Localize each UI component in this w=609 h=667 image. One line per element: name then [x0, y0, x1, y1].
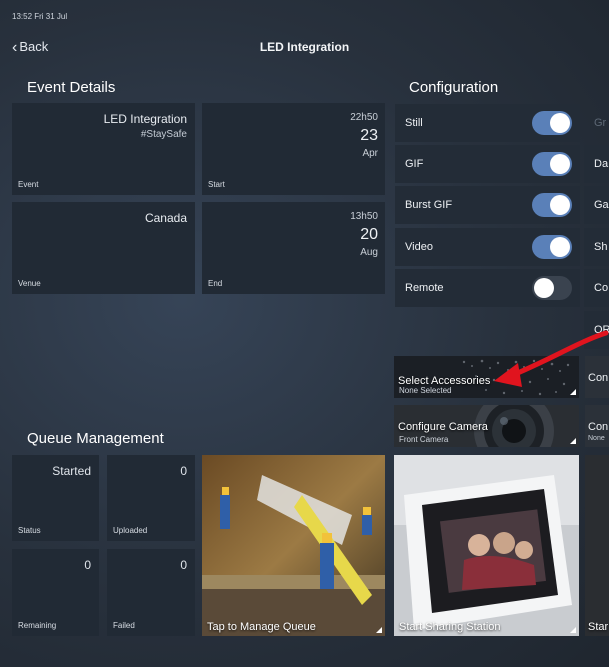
event-hashtag: #StaySafe	[140, 129, 187, 140]
nav-bar: ‹ Back LED Integration	[0, 30, 609, 64]
queue-status-tile[interactable]: Started Status	[12, 455, 99, 541]
toggle-knob	[550, 154, 570, 174]
end-time: 13h50	[350, 211, 378, 222]
queue-uploaded-value: 0	[180, 464, 187, 478]
end-label: End	[208, 279, 223, 288]
queue-remaining-label: Remaining	[18, 621, 57, 630]
toggle-knob	[534, 278, 554, 298]
configure-camera-sub: Front Camera	[399, 435, 449, 444]
sharing-station-label: Start Sharing Station	[399, 621, 501, 633]
manage-queue-label: Tap to Manage Queue	[207, 621, 316, 633]
clipped-item-da[interactable]: Da	[584, 145, 609, 183]
toggle-label-gif: GIF	[405, 158, 424, 170]
start-label: Start	[208, 180, 225, 189]
sharing-station-tile[interactable]: Start Sharing Station	[394, 455, 579, 636]
start-time: 22h50	[350, 112, 378, 123]
page-title: LED Integration	[259, 40, 350, 54]
toggle-knob	[550, 195, 570, 215]
gif-toggle[interactable]	[532, 152, 572, 176]
corner-triangle-icon	[376, 627, 382, 633]
toggle-row-burst-gif: Burst GIF	[395, 186, 580, 224]
figurines-image	[202, 455, 385, 636]
start-month: Apr	[362, 148, 378, 159]
end-date-tile[interactable]: 13h50 20 Aug End	[202, 202, 385, 294]
toggle-row-remote: Remote	[395, 269, 580, 307]
queue-failed-tile[interactable]: 0 Failed	[107, 549, 195, 636]
clipped-item-gr[interactable]: Gr	[584, 104, 609, 142]
start-date-tile[interactable]: 22h50 23 Apr Start	[202, 103, 385, 195]
queue-failed-label: Failed	[113, 621, 135, 630]
toggle-row-video: Video	[395, 228, 580, 266]
manage-queue-tile[interactable]: Tap to Manage Queue	[202, 455, 385, 636]
end-month: Aug	[360, 247, 378, 258]
event-label: Event	[18, 180, 39, 189]
event-tile[interactable]: LED Integration #StaySafe Event	[12, 103, 195, 195]
end-day: 20	[360, 226, 378, 243]
toggle-row-gif: GIF	[395, 145, 580, 183]
queue-uploaded-tile[interactable]: 0 Uploaded	[107, 455, 195, 541]
toggle-label-remote: Remote	[405, 282, 444, 294]
toggle-knob	[550, 237, 570, 257]
configure-camera-tile[interactable]: Configure Camera Front Camera	[394, 405, 579, 447]
configure-camera-label: Configure Camera	[398, 421, 488, 433]
clipped-item-co[interactable]: Co	[584, 269, 609, 307]
queue-failed-value: 0	[180, 558, 187, 572]
queue-remaining-value: 0	[84, 558, 91, 572]
venue-tile[interactable]: Canada Venue	[12, 202, 195, 294]
queue-management-title: Queue Management	[27, 430, 164, 447]
tablet-kiosk-image	[394, 455, 579, 636]
toggle-label-video: Video	[405, 241, 433, 253]
video-toggle[interactable]	[532, 235, 572, 259]
toggle-knob	[550, 113, 570, 133]
clipped-tile-star[interactable]: Star	[585, 455, 609, 636]
status-bar-time: 13:52 Fri 31 Jul	[12, 12, 68, 21]
clipped-item-con-2[interactable]: Con None	[585, 405, 609, 447]
clipped-item-sh[interactable]: Sh	[584, 228, 609, 266]
configuration-title: Configuration	[409, 79, 499, 96]
corner-triangle-icon	[570, 438, 576, 444]
clipped-item-ga[interactable]: Ga	[584, 186, 609, 224]
burst-gif-toggle[interactable]	[532, 193, 572, 217]
queue-status-label: Status	[18, 526, 41, 535]
red-arrow-icon	[494, 330, 609, 387]
event-details-title: Event Details	[27, 79, 116, 96]
queue-remaining-tile[interactable]: 0 Remaining	[12, 549, 99, 636]
still-toggle[interactable]	[532, 111, 572, 135]
select-accessories-sub: None Selected	[399, 386, 452, 395]
event-name: LED Integration	[103, 112, 187, 126]
corner-triangle-icon	[570, 627, 576, 633]
toggle-row-still: Still	[395, 104, 580, 142]
venue-name: Canada	[144, 211, 187, 225]
start-day: 23	[360, 127, 378, 144]
queue-uploaded-label: Uploaded	[113, 526, 148, 535]
toggle-label-burst-gif: Burst GIF	[405, 199, 453, 211]
venue-label: Venue	[18, 279, 41, 288]
remote-toggle[interactable]	[532, 276, 572, 300]
queue-status-value: Started	[52, 464, 91, 478]
toggle-label-still: Still	[405, 117, 423, 129]
